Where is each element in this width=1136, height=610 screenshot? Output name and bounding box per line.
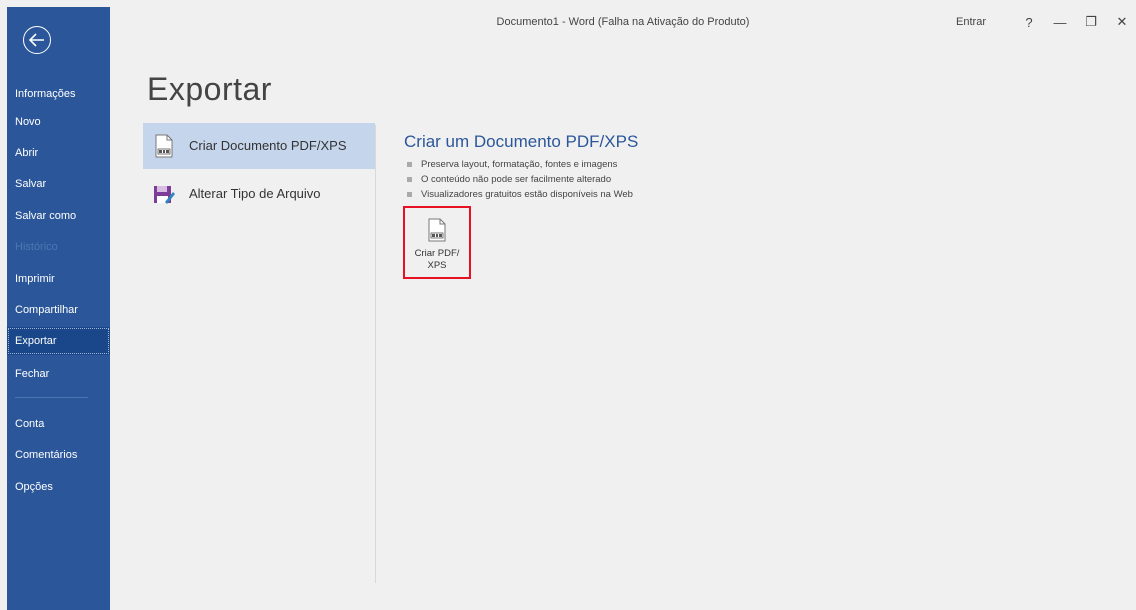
sidebar-item-informacoes[interactable]: Informações <box>7 80 110 108</box>
option-change-file-type[interactable]: Alterar Tipo de Arquivo <box>143 171 375 217</box>
back-arrow-icon <box>29 33 44 47</box>
create-pdf-xps-button[interactable]: Criar PDF/ XPS <box>403 206 471 279</box>
sidebar-item-novo[interactable]: Novo <box>7 108 110 136</box>
sidebar-item-abrir[interactable]: Abrir <box>7 139 110 167</box>
bullet-square-icon <box>407 192 412 197</box>
sidebar-item-conta[interactable]: Conta <box>7 410 110 438</box>
bullet-square-icon <box>407 177 412 182</box>
detail-bullets: Preserva layout, formatação, fontes e im… <box>407 157 633 202</box>
sidebar-item-historico: Histórico <box>15 241 58 253</box>
panel-divider <box>375 125 376 583</box>
save-edit-icon <box>154 186 175 204</box>
sidebar-item-salvar-como[interactable]: Salvar como <box>7 202 110 230</box>
sidebar-item-exportar[interactable]: Exportar <box>7 327 110 355</box>
page-title: Exportar <box>147 71 272 107</box>
back-button[interactable] <box>23 26 51 54</box>
create-pdf-xps-label: Criar PDF/ XPS <box>414 248 460 271</box>
sidebar-item-fechar[interactable]: Fechar <box>7 360 110 388</box>
detail-title: Criar um Documento PDF/XPS <box>404 132 639 151</box>
restore-button[interactable]: ❐ <box>1077 8 1105 36</box>
sign-in-link[interactable]: Entrar <box>956 16 986 28</box>
backstage-sidebar: Informações Novo Abrir Salvar Salvar com… <box>7 7 110 610</box>
minimize-button[interactable]: — <box>1046 8 1074 36</box>
sidebar-item-compartilhar[interactable]: Compartilhar <box>7 296 110 324</box>
sidebar-item-comentarios[interactable]: Comentários <box>7 441 110 469</box>
option-label: Alterar Tipo de Arquivo <box>189 186 321 201</box>
sidebar-item-salvar[interactable]: Salvar <box>7 170 110 198</box>
sidebar-divider <box>15 397 88 398</box>
title-bar: Documento1 - Word (Falha na Ativação do … <box>110 7 1136 37</box>
pdf-document-icon <box>428 218 446 242</box>
title-bar-controls: Entrar ? — ❐ ✕ <box>956 7 1136 37</box>
list-item: Preserva layout, formatação, fontes e im… <box>407 157 633 172</box>
word-backstage: Informações Novo Abrir Salvar Salvar com… <box>7 7 1136 610</box>
help-button[interactable]: ? <box>1015 8 1043 36</box>
close-button[interactable]: ✕ <box>1108 8 1136 36</box>
option-label: Criar Documento PDF/XPS <box>189 138 347 153</box>
list-item: O conteúdo não pode ser facilmente alter… <box>407 172 633 187</box>
list-item: Visualizadores gratuitos estão disponíve… <box>407 187 633 202</box>
sidebar-item-opcoes[interactable]: Opções <box>7 473 110 501</box>
bullet-square-icon <box>407 162 412 167</box>
option-create-pdf-xps[interactable]: Criar Documento PDF/XPS <box>143 123 375 169</box>
pdf-document-icon <box>155 134 173 158</box>
sidebar-item-imprimir[interactable]: Imprimir <box>7 265 110 293</box>
